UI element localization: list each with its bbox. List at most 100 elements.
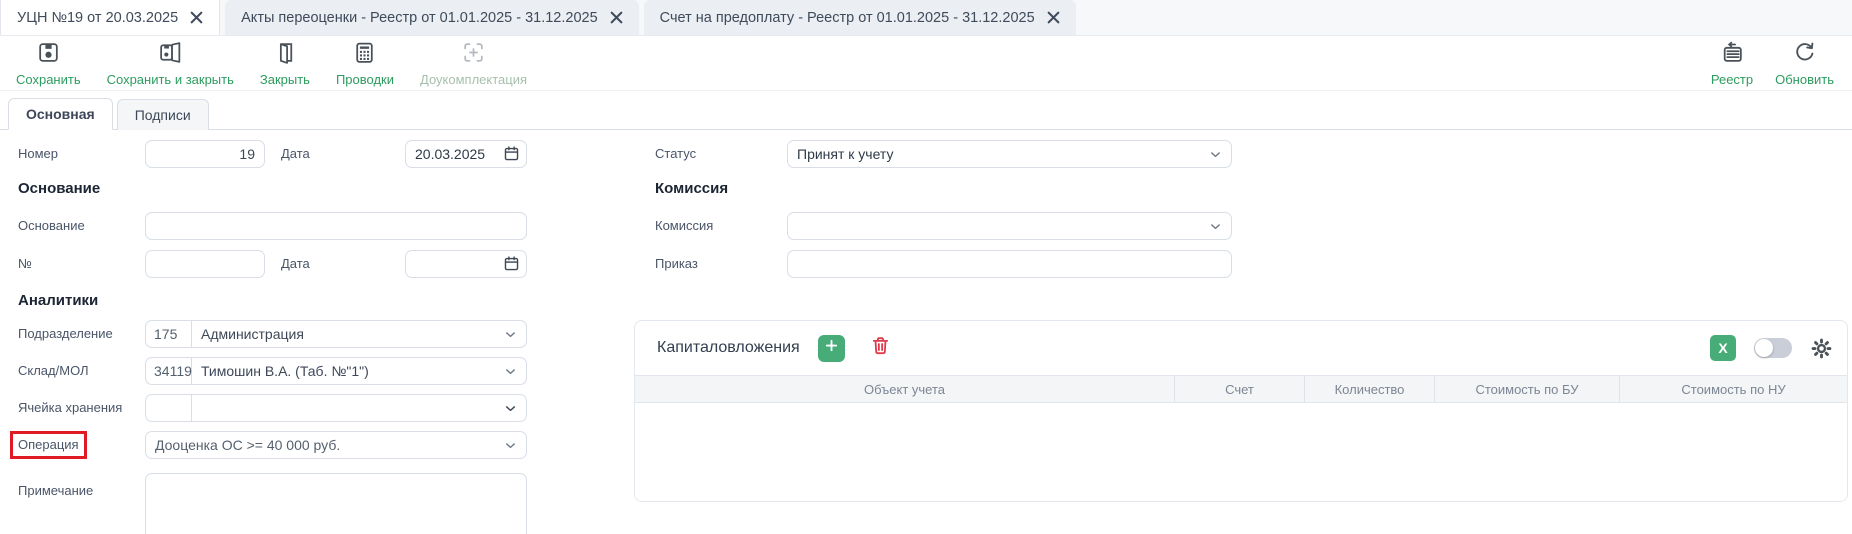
tab-main[interactable]: Основная (8, 98, 113, 130)
view-toggle[interactable] (1754, 338, 1792, 358)
date-field (405, 140, 527, 168)
commission-label: Комиссия (655, 212, 713, 240)
storage-cell-select[interactable] (145, 394, 527, 422)
basis-label: Основание (18, 212, 85, 240)
postings-button-label: Проводки (336, 72, 394, 87)
window-tab-label: Акты переоценки - Реестр от 01.01.2025 -… (241, 10, 598, 26)
chevron-down-icon (503, 327, 518, 342)
basis-date-input[interactable] (405, 250, 527, 278)
warehouse-select[interactable]: 34119 Тимошин В.А. (Таб. №"1") (145, 357, 527, 385)
capital-panel-title: Капиталовложения (657, 339, 800, 357)
chevron-down-icon (503, 438, 518, 453)
add-kit-icon (461, 40, 486, 70)
commission-select[interactable] (787, 212, 1232, 240)
analytics-section-title: Аналитики (18, 292, 98, 309)
tab-signatures[interactable]: Подписи (117, 99, 209, 130)
add-row-button[interactable] (818, 335, 845, 362)
operation-label-wrap: Операция (18, 431, 87, 459)
app-window: УЦН №19 от 20.03.2025 Акты переоценки - … (0, 0, 1852, 534)
chevron-down-icon (1208, 147, 1223, 162)
trash-icon (869, 334, 892, 362)
close-icon[interactable] (1047, 11, 1060, 24)
operation-value: Дооценка ОС >= 40 000 руб. (146, 437, 503, 453)
delete-row-button[interactable] (869, 334, 892, 362)
operation-select[interactable]: Дооценка ОС >= 40 000 руб. (145, 431, 527, 459)
column-header-quantity: Количество (1304, 376, 1434, 402)
toggle-knob (1755, 339, 1773, 357)
chevron-down-icon (1208, 219, 1223, 234)
warehouse-code: 34119 (146, 358, 192, 384)
gear-icon[interactable] (1810, 337, 1833, 360)
capital-investments-panel: Капиталовложения X (634, 320, 1848, 502)
capital-table-header: Объект учета Счет Количество Стоимость п… (635, 375, 1847, 403)
status-label: Статус (655, 140, 696, 168)
refresh-button-label: Обновить (1775, 72, 1834, 87)
note-label: Примечание (18, 477, 93, 505)
basis-number-input[interactable] (145, 250, 265, 278)
toolbar: Сохранить Сохранить и закрыть (0, 36, 1852, 91)
number-input[interactable] (145, 140, 265, 168)
window-tab-bar: УЦН №19 от 20.03.2025 Акты переоценки - … (0, 0, 1852, 36)
date-input[interactable] (405, 140, 527, 168)
postings-button[interactable]: Проводки (336, 40, 394, 87)
save-button[interactable]: Сохранить (16, 40, 81, 87)
window-tab-label: Счет на предоплату - Реестр от 01.01.202… (660, 10, 1035, 26)
save-button-label: Сохранить (16, 72, 81, 87)
department-select[interactable]: 175 Администрация (145, 320, 527, 348)
note-textarea[interactable] (145, 473, 527, 534)
door-icon (272, 40, 297, 70)
plus-icon (824, 338, 839, 358)
close-icon[interactable] (610, 11, 623, 24)
refresh-button[interactable]: Обновить (1775, 40, 1834, 87)
basis-number-label: № (18, 250, 32, 278)
register-icon (1720, 40, 1745, 70)
excel-icon: X (1718, 340, 1727, 356)
window-tab-revaluation-acts[interactable]: Акты переоценки - Реестр от 01.01.2025 -… (225, 0, 639, 35)
close-button-label: Закрыть (260, 72, 310, 87)
chevron-down-icon (503, 364, 518, 379)
status-select[interactable]: Принят к учету (787, 140, 1232, 168)
save-and-close-icon (158, 40, 183, 70)
number-label: Номер (18, 140, 58, 168)
order-input[interactable] (787, 250, 1232, 278)
add-kit-button-label: Доукомплектация (420, 72, 527, 87)
window-tab-prepayment-invoice[interactable]: Счет на предоплату - Реестр от 01.01.202… (644, 0, 1076, 35)
basis-date-label: Дата (281, 250, 310, 278)
save-icon (36, 40, 61, 70)
refresh-icon (1792, 40, 1817, 70)
storage-cell-label: Ячейка хранения (18, 394, 122, 422)
excel-export-button[interactable]: X (1710, 335, 1736, 361)
close-icon[interactable] (190, 11, 203, 24)
date-label: Дата (281, 140, 310, 168)
basis-date-field (405, 250, 527, 278)
close-button[interactable]: Закрыть (260, 40, 310, 87)
column-header-cost-nu: Стоимость по НУ (1619, 376, 1847, 402)
save-and-close-button-label: Сохранить и закрыть (107, 72, 234, 87)
warehouse-label: Склад/МОЛ (18, 357, 89, 385)
chevron-down-icon (503, 401, 518, 416)
window-tab-document[interactable]: УЦН №19 от 20.03.2025 (0, 0, 220, 35)
window-tab-label: УЦН №19 от 20.03.2025 (17, 10, 178, 26)
capital-table-body[interactable] (635, 403, 1847, 502)
storage-cell-code (146, 395, 192, 421)
department-code: 175 (146, 321, 192, 347)
status-value: Принят к учету (788, 146, 1208, 162)
order-label: Приказ (655, 250, 698, 278)
department-label: Подразделение (18, 320, 113, 348)
form-tab-bar: Основная Подписи (0, 92, 1852, 130)
save-and-close-button[interactable]: Сохранить и закрыть (107, 40, 234, 87)
commission-section-title: Комиссия (655, 180, 728, 197)
calculator-icon (352, 40, 377, 70)
basis-section-title: Основание (18, 180, 100, 197)
capital-panel-header: Капиталовложения X (635, 321, 1847, 375)
column-header-object: Объект учета (635, 376, 1174, 402)
register-button[interactable]: Реестр (1711, 40, 1753, 87)
column-header-cost-bu: Стоимость по БУ (1434, 376, 1619, 402)
add-kit-button: Доукомплектация (420, 40, 527, 87)
register-button-label: Реестр (1711, 72, 1753, 87)
column-header-account: Счет (1174, 376, 1304, 402)
basis-input[interactable] (145, 212, 527, 240)
warehouse-value: Тимошин В.А. (Таб. №"1") (192, 363, 503, 379)
department-value: Администрация (192, 326, 503, 342)
operation-label-highlight: Операция (10, 431, 87, 459)
